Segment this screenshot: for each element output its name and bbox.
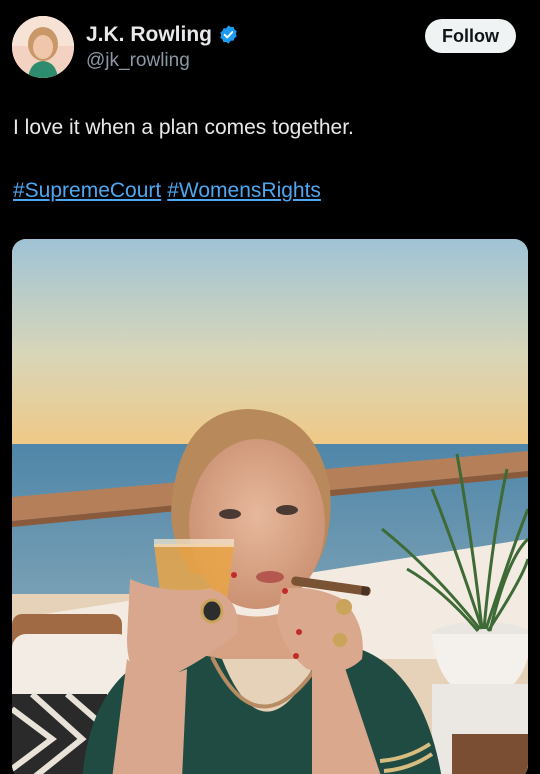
display-name[interactable]: J.K. Rowling: [86, 22, 212, 48]
hashtag-list: #SupremeCourt #WomensRights: [13, 176, 327, 206]
author-names: J.K. Rowling @jk_rowling: [86, 22, 239, 73]
avatar[interactable]: [12, 16, 74, 78]
hashtag-link[interactable]: #SupremeCourt: [13, 179, 161, 202]
display-name-row: J.K. Rowling: [86, 22, 239, 48]
verified-badge-icon[interactable]: [218, 24, 239, 45]
follow-button[interactable]: Follow: [425, 19, 516, 53]
tweet-media-photo[interactable]: [12, 239, 528, 774]
avatar-photo-icon: [12, 16, 74, 78]
author-handle[interactable]: @jk_rowling: [86, 49, 239, 73]
hashtag-link[interactable]: #WomensRights: [167, 179, 321, 202]
photo-image: [12, 239, 528, 774]
tweet-text: I love it when a plan comes together.: [13, 116, 354, 139]
tweet-post: J.K. Rowling @jk_rowling Follow I love i…: [0, 0, 540, 774]
